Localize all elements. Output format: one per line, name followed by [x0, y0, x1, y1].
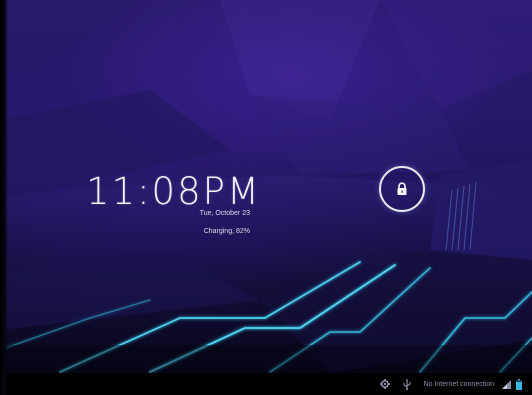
- charging-status: Charging, 82%: [203, 228, 250, 235]
- connection-status-text: No Internet connection: [423, 380, 494, 388]
- unlock-button[interactable]: [379, 166, 425, 212]
- bezel-edge: [0, 0, 8, 395]
- clock-date: Tue, October 23: [199, 210, 250, 217]
- lock-screen: 11:08PM Tue, October 23 Charging, 82% No…: [0, 0, 532, 395]
- battery-icon: [516, 378, 522, 390]
- clock-widget: 11:08PM Tue, October 23 Charging, 82%: [0, 0, 532, 373]
- settings-status-button[interactable]: [374, 373, 396, 395]
- clock-time: 11:08PM: [86, 170, 261, 213]
- lock-icon: [396, 182, 408, 196]
- settings-icon: [379, 379, 390, 389]
- system-bar: No Internet connection: [0, 373, 532, 395]
- signal-status[interactable]: [500, 373, 512, 395]
- usb-status-button[interactable]: [396, 373, 418, 395]
- usb-icon: [403, 378, 411, 390]
- signal-icon: [501, 379, 511, 389]
- battery-status[interactable]: [512, 373, 526, 395]
